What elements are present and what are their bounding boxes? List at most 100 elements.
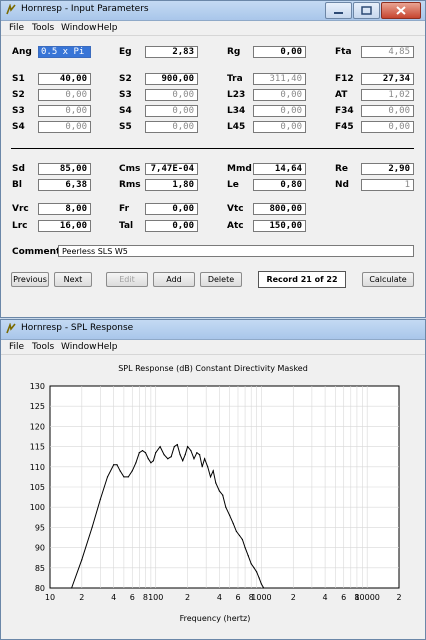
param-field-f12[interactable]: 27,34 — [361, 73, 414, 85]
edit-button[interactable]: Edit — [106, 272, 148, 287]
spl-data-point — [70, 587, 73, 589]
param-label-l34: L34 — [227, 106, 246, 116]
param-label-ang: Ang — [12, 47, 32, 57]
spl-window-menubar: File Tools Window Help — [1, 340, 425, 355]
spl-data-point — [155, 452, 157, 454]
param-label-l23: L23 — [227, 90, 246, 100]
add-button[interactable]: Add — [153, 272, 195, 287]
spl-data-point — [218, 490, 220, 492]
param-field-l45[interactable]: 0,00 — [253, 121, 306, 133]
maximize-button[interactable] — [353, 2, 380, 19]
y-tick-label: 125 — [30, 402, 45, 411]
param-field-bl[interactable]: 6,38 — [38, 179, 91, 191]
spl-data-point — [135, 462, 137, 464]
param-label-s2: S2 — [12, 90, 25, 100]
param-label-at: AT — [335, 90, 348, 100]
param-field-l34[interactable]: 0,00 — [253, 105, 306, 117]
y-tick-label: 90 — [35, 544, 45, 553]
spl-data-point — [241, 538, 243, 541]
param-field-nd[interactable]: 1 — [361, 179, 414, 191]
y-tick-label: 120 — [30, 422, 45, 431]
spl-data-point — [229, 514, 231, 516]
param-field-vrc[interactable]: 8,00 — [38, 203, 91, 215]
param-field-ang[interactable]: 0.5 x Pi — [38, 46, 91, 58]
param-field-at[interactable]: 1,02 — [361, 89, 414, 101]
menu-help[interactable]: Help — [97, 23, 118, 33]
param-field-mmd[interactable]: 14,64 — [253, 163, 306, 175]
param-field-s4[interactable]: 0,00 — [145, 105, 198, 117]
menu-file[interactable]: File — [9, 23, 24, 33]
menu-window[interactable]: Window — [61, 342, 97, 352]
calculate-button[interactable]: Calculate — [362, 272, 414, 287]
param-field-s2[interactable]: 0,00 — [38, 89, 91, 101]
section-divider — [11, 148, 414, 149]
param-field-vtc[interactable]: 800,00 — [253, 203, 306, 215]
x-tick-label: 2 — [396, 593, 401, 602]
param-field-rg[interactable]: 0,00 — [253, 46, 306, 58]
minimize-button[interactable] — [325, 2, 352, 19]
param-field-rms[interactable]: 1,80 — [145, 179, 198, 191]
param-field-cms[interactable]: 7,47E-04 — [145, 163, 198, 175]
previous-button[interactable]: Previous — [11, 272, 49, 287]
param-field-f45[interactable]: 0,00 — [361, 121, 414, 133]
param-field-lrc[interactable]: 16,00 — [38, 220, 91, 232]
close-button[interactable] — [381, 2, 421, 19]
next-button[interactable]: Next — [54, 272, 92, 287]
param-label-s4: S4 — [119, 106, 132, 116]
param-field-s1[interactable]: 40,00 — [38, 73, 91, 85]
y-tick-label: 110 — [30, 463, 45, 472]
param-field-fr[interactable]: 0,00 — [145, 203, 198, 215]
menu-help[interactable]: Help — [97, 342, 118, 352]
x-tick-label: 4 — [111, 593, 116, 602]
spl-data-point — [170, 456, 172, 458]
param-label-le: Le — [227, 180, 239, 190]
spl-data-point — [167, 458, 169, 460]
menu-file[interactable]: File — [9, 342, 24, 352]
spl-data-point — [204, 458, 206, 460]
param-label-tra: Tra — [227, 74, 243, 84]
param-field-s2[interactable]: 900,00 — [145, 73, 198, 85]
menu-tools[interactable]: Tools — [32, 23, 54, 33]
x-tick-label: 4 — [323, 593, 328, 602]
param-field-s3[interactable]: 0,00 — [38, 105, 91, 117]
comment-field[interactable]: Peerless SLS W5 — [58, 245, 414, 257]
menu-tools[interactable]: Tools — [32, 342, 54, 352]
spl-window-titlebar[interactable]: Hornresp - SPL Response — [1, 320, 425, 340]
x-tick-label: 2 — [79, 593, 84, 602]
param-field-l23[interactable]: 0,00 — [253, 89, 306, 101]
param-field-fta[interactable]: 4,85 — [361, 46, 414, 58]
spl-data-point — [144, 452, 147, 454]
delete-button[interactable]: Delete — [200, 272, 242, 287]
x-tick-label: 6 — [235, 593, 240, 602]
spl-window-title: Hornresp - SPL Response — [21, 323, 134, 333]
input-window-controls — [324, 2, 421, 19]
menu-window[interactable]: Window — [61, 23, 97, 33]
spl-data-point — [138, 452, 140, 454]
param-label-re: Re — [335, 164, 349, 174]
param-label-eg: Eg — [119, 47, 132, 57]
param-field-sd[interactable]: 85,00 — [38, 163, 91, 175]
param-field-eg[interactable]: 2,83 — [145, 46, 198, 58]
param-label-fta: Fta — [335, 47, 352, 57]
param-field-tal[interactable]: 0,00 — [145, 220, 198, 232]
input-window-menubar: File Tools Window Help — [1, 21, 425, 36]
spl-data-point — [184, 454, 186, 456]
param-field-le[interactable]: 0,80 — [253, 179, 306, 191]
input-parameters-window: Hornresp - Input Parameters File Tools W… — [0, 0, 426, 318]
input-window-titlebar[interactable]: Hornresp - Input Parameters — [1, 1, 425, 21]
spl-data-point — [176, 443, 178, 446]
param-field-atc[interactable]: 150,00 — [253, 220, 306, 232]
param-label-l45: L45 — [227, 122, 246, 132]
x-tick-label: 6 — [130, 593, 135, 602]
spl-data-point — [186, 446, 189, 448]
param-field-s5[interactable]: 0,00 — [145, 121, 198, 133]
spl-data-point — [91, 526, 93, 528]
record-indicator: Record 21 of 22 — [258, 271, 346, 288]
param-field-f34[interactable]: 0,00 — [361, 105, 414, 117]
param-field-s4[interactable]: 0,00 — [38, 121, 91, 133]
spl-data-point — [260, 583, 263, 585]
param-field-s3[interactable]: 0,00 — [145, 89, 198, 101]
chart-x-axis-label: Frequency (hertz) — [180, 614, 251, 623]
param-field-re[interactable]: 2,90 — [361, 163, 414, 175]
param-field-tra[interactable]: 311,40 — [253, 73, 306, 85]
